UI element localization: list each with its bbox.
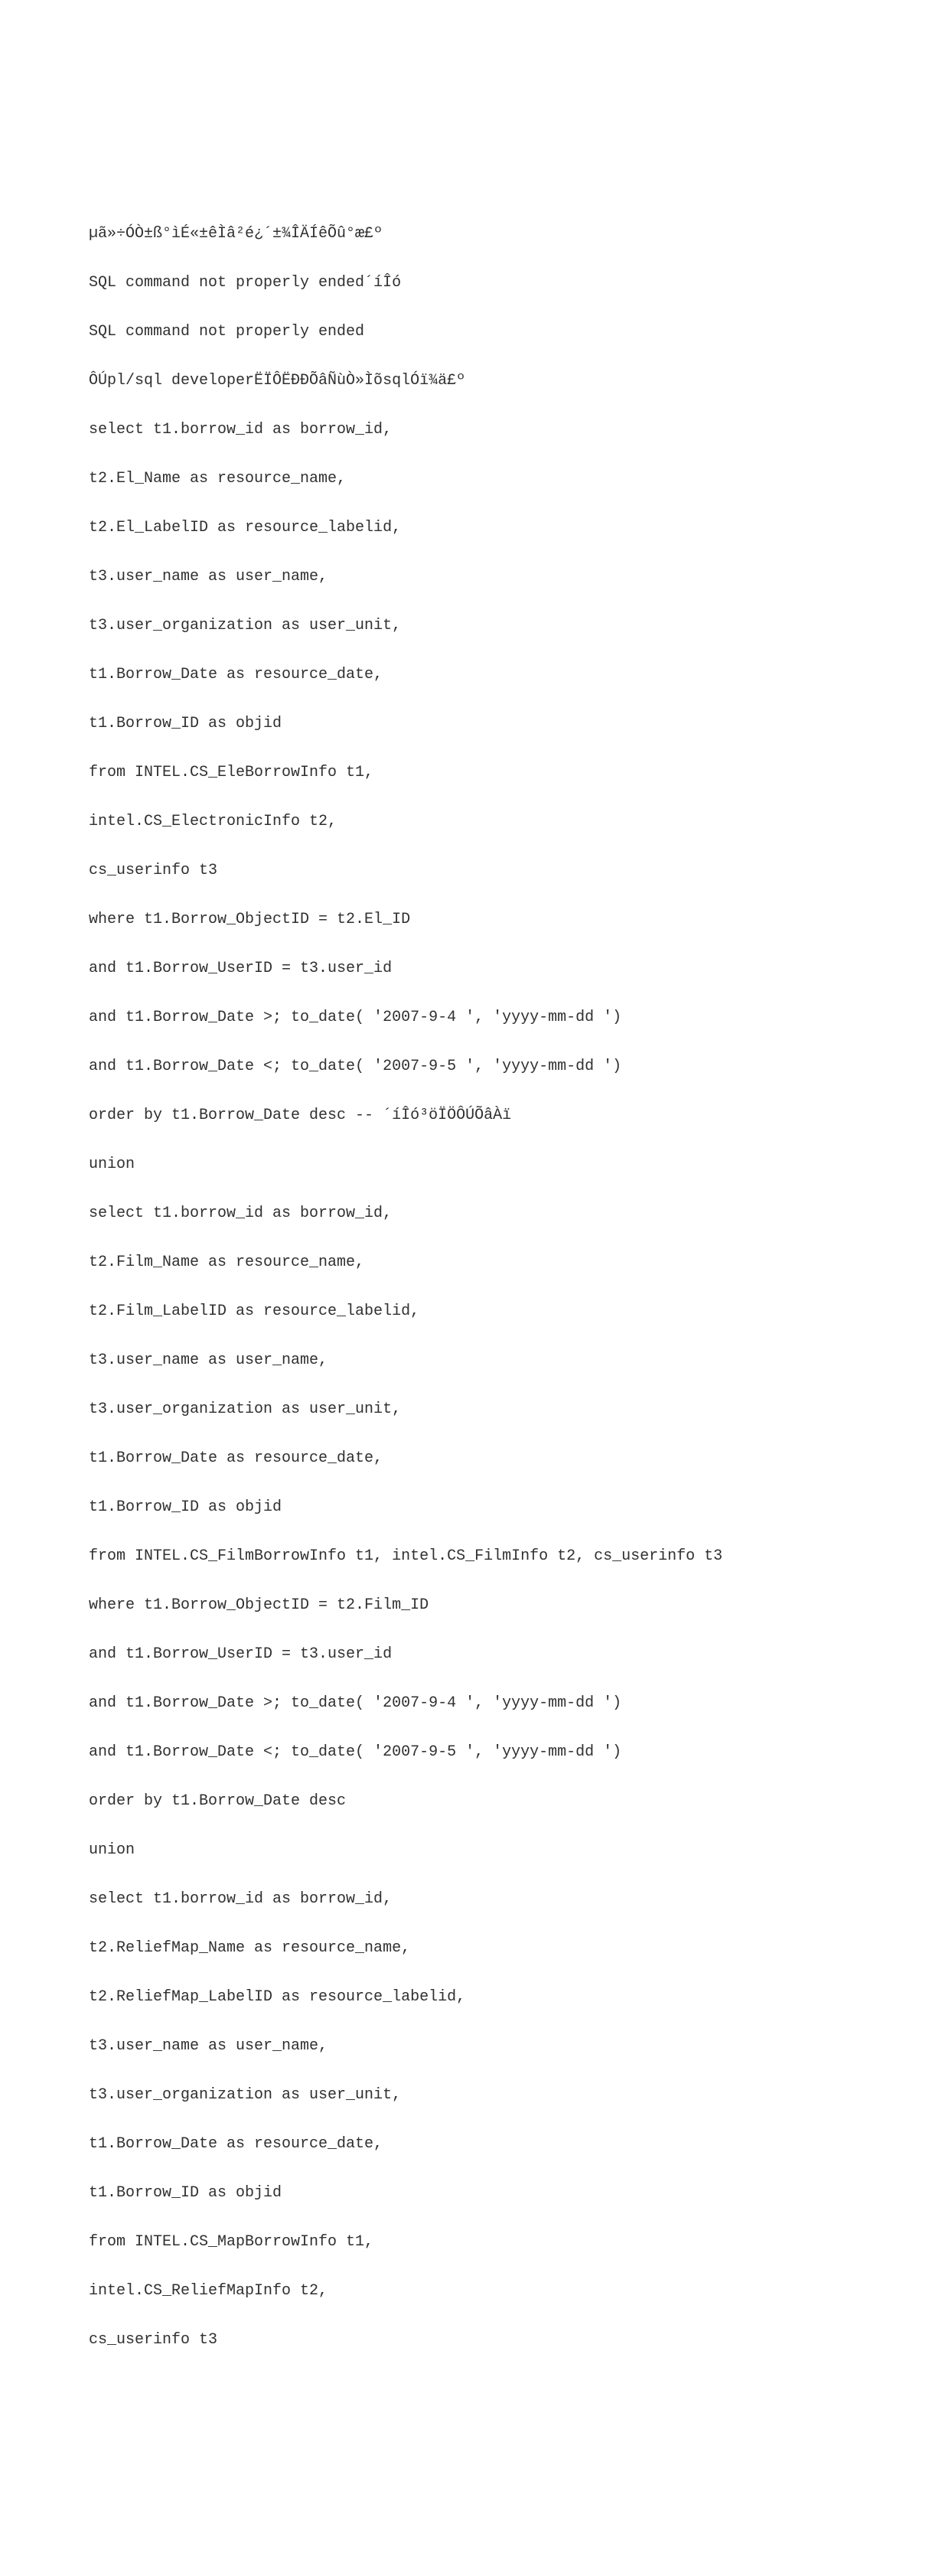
code-line: cs_userinfo t3 — [89, 2328, 840, 2353]
code-line: and t1.Borrow_Date >; to_date( '2007-9-4… — [89, 1006, 840, 1030]
code-line: intel.CS_ReliefMapInfo t2, — [89, 2279, 840, 2304]
code-line: select t1.borrow_id as borrow_id, — [89, 418, 840, 442]
code-line: t1.Borrow_ID as objid — [89, 1495, 840, 1520]
code-line: t2.El_Name as resource_name, — [89, 467, 840, 491]
code-line: and t1.Borrow_Date >; to_date( '2007-9-4… — [89, 1691, 840, 1716]
code-line: t3.user_organization as user_unit, — [89, 2083, 840, 2108]
code-line: from INTEL.CS_FilmBorrowInfo t1, intel.C… — [89, 1544, 840, 1569]
code-line: where t1.Borrow_ObjectID = t2.Film_ID — [89, 1593, 840, 1618]
code-line: intel.CS_ElectronicInfo t2, — [89, 810, 840, 834]
code-line: select t1.borrow_id as borrow_id, — [89, 1202, 840, 1226]
code-line: select t1.borrow_id as borrow_id, — [89, 1887, 840, 1912]
code-document: µã»÷ÓÒ±ß°ìÉ«±êÌâ²é¿´±¾ÎÄÍêÕû°æ£º SQL com… — [89, 197, 840, 2377]
code-line: t3.user_organization as user_unit, — [89, 614, 840, 638]
code-line: SQL command not properly ended´íÎó — [89, 271, 840, 295]
code-line: union — [89, 1838, 840, 1863]
code-line: t3.user_name as user_name, — [89, 1348, 840, 1373]
code-line: t3.user_organization as user_unit, — [89, 1397, 840, 1422]
code-line: t1.Borrow_Date as resource_date, — [89, 2132, 840, 2157]
code-line: t1.Borrow_ID as objid — [89, 712, 840, 736]
code-line: and t1.Borrow_Date <; to_date( '2007-9-5… — [89, 1740, 840, 1765]
code-line: t2.Film_Name as resource_name, — [89, 1251, 840, 1275]
code-line: union — [89, 1153, 840, 1177]
code-line: t1.Borrow_Date as resource_date, — [89, 663, 840, 687]
code-line: order by t1.Borrow_Date desc — [89, 1789, 840, 1814]
code-line: and t1.Borrow_UserID = t3.user_id — [89, 957, 840, 981]
code-line: µã»÷ÓÒ±ß°ìÉ«±êÌâ²é¿´±¾ÎÄÍêÕû°æ£º — [89, 222, 840, 246]
code-line: and t1.Borrow_Date <; to_date( '2007-9-5… — [89, 1055, 840, 1079]
code-line: and t1.Borrow_UserID = t3.user_id — [89, 1642, 840, 1667]
code-line: from INTEL.CS_MapBorrowInfo t1, — [89, 2230, 840, 2255]
code-line: t2.Film_LabelID as resource_labelid, — [89, 1299, 840, 1324]
code-line: t1.Borrow_ID as objid — [89, 2181, 840, 2206]
code-line: cs_userinfo t3 — [89, 859, 840, 883]
code-line: t2.ReliefMap_Name as resource_name, — [89, 1936, 840, 1961]
code-line: t3.user_name as user_name, — [89, 2034, 840, 2059]
code-line: SQL command not properly ended — [89, 320, 840, 344]
code-line: where t1.Borrow_ObjectID = t2.El_ID — [89, 908, 840, 932]
code-line: ÔÚpl/sql developerËÏÔËÐÐÕâÑùÒ»ÌõsqlÓï¾ä£… — [89, 369, 840, 393]
code-line: order by t1.Borrow_Date desc -- ´íÎó³öÏÖ… — [89, 1104, 840, 1128]
code-line: t1.Borrow_Date as resource_date, — [89, 1446, 840, 1471]
code-line: t2.El_LabelID as resource_labelid, — [89, 516, 840, 540]
code-line: t2.ReliefMap_LabelID as resource_labelid… — [89, 1985, 840, 2010]
code-line: from INTEL.CS_EleBorrowInfo t1, — [89, 761, 840, 785]
code-line: t3.user_name as user_name, — [89, 565, 840, 589]
